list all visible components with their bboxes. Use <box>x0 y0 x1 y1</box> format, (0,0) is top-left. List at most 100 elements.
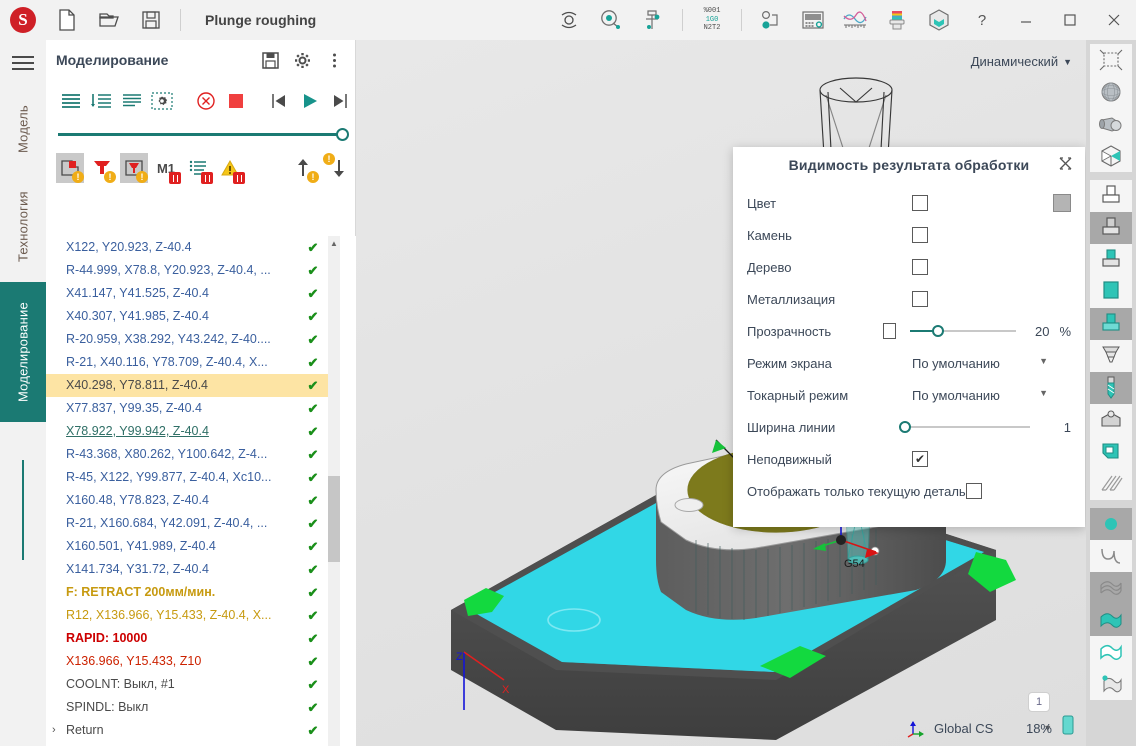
stock-solid-icon[interactable] <box>1090 212 1132 244</box>
scroll-up-arrow[interactable]: ▲ <box>328 236 340 250</box>
table-row[interactable]: R-21, X40.116, Y78.709, Z-40.4, X...✔ <box>46 351 330 374</box>
revolve-shade-icon[interactable] <box>1090 108 1132 140</box>
expand-caret-icon[interactable]: › <box>52 719 56 742</box>
minimize-button[interactable] <box>1004 0 1048 40</box>
table-row[interactable]: X122, Y20.923, Z-40.4✔ <box>46 236 330 259</box>
lines-all-icon[interactable] <box>56 85 86 117</box>
sidebar-tab-technology[interactable]: Технология <box>0 172 46 282</box>
hatch-icon[interactable] <box>1090 468 1132 500</box>
sphere-shade-icon[interactable] <box>1090 76 1132 108</box>
table-row[interactable]: R-45, X122, Y99.877, Z-40.4, Xc10...✔ <box>46 466 330 489</box>
zoom-battery-icon[interactable] <box>1062 715 1074 738</box>
table-row[interactable]: SPINDL: Выкл✔ <box>46 696 330 719</box>
table-row[interactable]: X40.307, Y41.985, Z-40.4✔ <box>46 305 330 328</box>
layer-count-badge[interactable]: 1 <box>1028 692 1050 712</box>
screen-mode-select[interactable]: По умолчанию ▼ <box>912 356 1062 371</box>
transparency-checkbox[interactable] <box>883 323 897 339</box>
sidebar-tab-simulation[interactable]: Моделирование <box>0 282 46 422</box>
m1-stop-icon[interactable]: M1 <box>152 153 180 183</box>
new-file-icon[interactable] <box>46 0 88 40</box>
color-checkbox[interactable] <box>912 195 928 211</box>
hamburger-icon[interactable] <box>0 40 46 86</box>
wood-checkbox[interactable] <box>912 259 928 275</box>
table-row[interactable]: R-21, X160.684, Y42.091, Z-40.4, ...✔ <box>46 512 330 535</box>
control-panel-icon[interactable] <box>792 0 834 40</box>
transparency-slider[interactable] <box>910 324 1015 338</box>
play-icon[interactable] <box>294 85 324 117</box>
nc-code-icon[interactable]: %001 1G0 N2T2 <box>691 0 733 40</box>
simulation-progress-slider[interactable] <box>58 133 343 136</box>
stock-teal-mid-icon[interactable] <box>1090 308 1132 340</box>
holder-gray-icon[interactable] <box>1090 404 1132 436</box>
table-row[interactable]: F: RETRACT 200мм/мин.✔ <box>46 581 330 604</box>
up-warn-icon[interactable]: ! <box>291 153 319 183</box>
curve-gray-icon[interactable] <box>1090 540 1132 572</box>
table-row[interactable]: R12, X136.966, Y15.433, Z-40.4, X...✔ <box>46 604 330 627</box>
part-warn-icon[interactable]: ! <box>56 153 84 183</box>
table-row[interactable]: X160.48, Y78.823, Z-40.4✔ <box>46 489 330 512</box>
gcode-list[interactable]: X122, Y20.923, Z-40.4✔R-44.999, X78.8, Y… <box>46 236 356 746</box>
down-warn-icon[interactable]: ! <box>323 153 351 183</box>
line-width-slider[interactable] <box>901 420 1029 434</box>
table-row[interactable]: COOLNT: Выкл, #1✔ <box>46 673 330 696</box>
fit-view-icon[interactable] <box>1090 44 1132 76</box>
color-swatch[interactable] <box>1053 194 1071 212</box>
step-forward-icon[interactable] <box>325 85 355 117</box>
surface-point-icon[interactable] <box>1090 668 1132 700</box>
surface-outline-icon[interactable] <box>1090 636 1132 668</box>
open-folder-icon[interactable] <box>88 0 130 40</box>
save-icon[interactable] <box>259 49 281 71</box>
endmill-icon[interactable] <box>1090 372 1132 404</box>
surface-mesh-icon[interactable] <box>1090 572 1132 604</box>
lathe-mode-select[interactable]: По умолчанию ▼ <box>912 388 1062 403</box>
view-mode-dropdown[interactable]: Динамический ▼ <box>971 54 1072 69</box>
help-button[interactable]: ? <box>960 0 1004 40</box>
more-vertical-icon[interactable] <box>323 49 345 71</box>
save-disk-icon[interactable] <box>130 0 172 40</box>
table-row[interactable]: X141.734, Y31.72, Z-40.4✔ <box>46 558 330 581</box>
lines-block-icon[interactable] <box>117 85 147 117</box>
close-icon[interactable] <box>1058 156 1073 174</box>
stock-teal-top-icon[interactable] <box>1090 244 1132 276</box>
cancel-icon[interactable] <box>190 85 220 117</box>
slider-knob[interactable] <box>932 325 944 337</box>
alert-stop-icon[interactable] <box>216 153 244 183</box>
tool-holder-icon[interactable] <box>876 0 918 40</box>
gear-icon[interactable] <box>291 49 313 71</box>
slider-knob[interactable] <box>899 421 911 433</box>
table-row[interactable]: X136.966, Y15.433, Z10✔ <box>46 650 330 673</box>
slider-knob[interactable] <box>336 128 349 141</box>
maximize-button[interactable] <box>1048 0 1092 40</box>
close-button[interactable] <box>1092 0 1136 40</box>
scrollbar-thumb[interactable] <box>328 476 340 562</box>
table-row[interactable]: X160.501, Y41.989, Z-40.4✔ <box>46 535 330 558</box>
measure-tape-icon[interactable] <box>590 0 632 40</box>
table-row[interactable]: R-20.959, X38.292, Y43.242, Z-40....✔ <box>46 328 330 351</box>
stone-checkbox[interactable] <box>912 227 928 243</box>
stop-icon[interactable] <box>221 85 251 117</box>
stock-step-icon[interactable] <box>1090 340 1132 372</box>
graph-analysis-icon[interactable] <box>834 0 876 40</box>
list-scrollbar[interactable]: ▲ ▼ <box>328 236 340 746</box>
metallization-checkbox[interactable] <box>912 291 928 307</box>
holder-teal-icon[interactable] <box>1090 436 1132 468</box>
stock-box-icon[interactable] <box>918 0 960 40</box>
table-row[interactable]: R-43.368, X80.262, Y100.642, Z-4...✔ <box>46 443 330 466</box>
section-cube-icon[interactable] <box>1090 140 1132 172</box>
stock-outline-icon[interactable] <box>1090 180 1132 212</box>
toolpath-link-icon[interactable] <box>750 0 792 40</box>
tool-warn-icon[interactable]: ! <box>88 153 116 183</box>
lines-step-icon[interactable] <box>86 85 116 117</box>
stock-teal-full-icon[interactable] <box>1090 276 1132 308</box>
current-part-checkbox[interactable] <box>966 483 982 499</box>
table-row[interactable]: ›Return✔ <box>46 719 330 742</box>
table-row[interactable]: CUTCOM: LC#0 Выкл✔ <box>46 742 330 746</box>
holder-warn-icon[interactable]: ! <box>120 153 148 183</box>
sidebar-tab-model[interactable]: Модель <box>0 86 46 172</box>
static-checkbox[interactable]: ✔ <box>912 451 928 467</box>
surface-teal-icon[interactable] <box>1090 604 1132 636</box>
table-row[interactable]: R-44.999, X78.8, Y20.923, Z-40.4, ...✔ <box>46 259 330 282</box>
caliper-icon[interactable] <box>632 0 674 40</box>
table-row[interactable]: X41.147, Y41.525, Z-40.4✔ <box>46 282 330 305</box>
visibility-dialog[interactable]: Видимость результата обработки Цвет Каме… <box>733 147 1085 527</box>
